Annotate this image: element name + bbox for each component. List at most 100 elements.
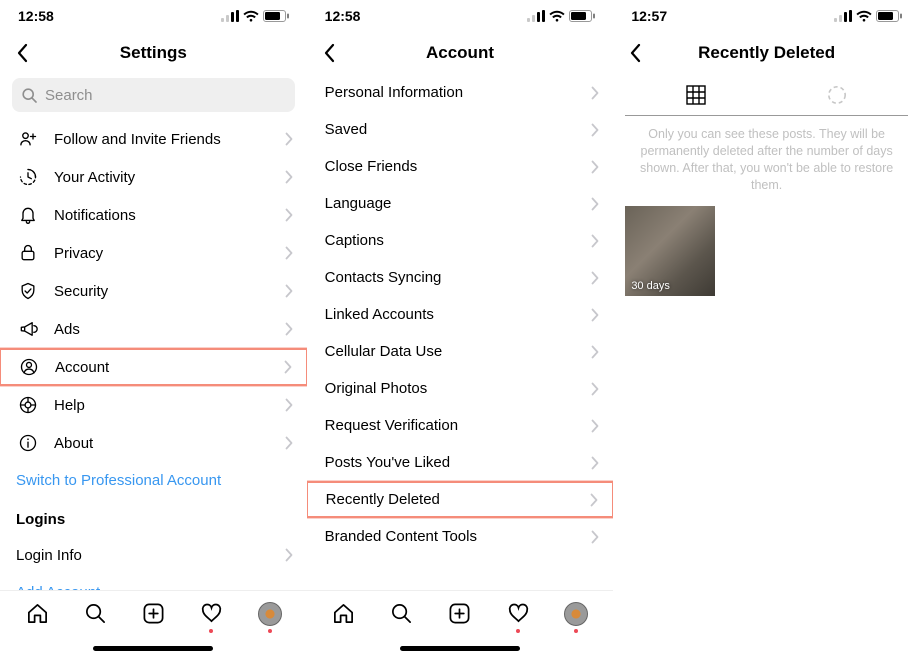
notification-dot <box>574 629 578 633</box>
account-item-language[interactable]: Language <box>307 185 614 222</box>
clock: 12:58 <box>18 8 54 24</box>
settings-item-shield[interactable]: Security <box>0 272 307 310</box>
back-button[interactable] <box>623 41 647 65</box>
nav-bar: Settings <box>0 32 307 74</box>
screen-recently-deleted: 12:57 Recently Deleted Only you can see … <box>613 0 920 660</box>
avatar-icon <box>258 602 282 626</box>
grid-icon <box>686 85 706 105</box>
list-item-label: Notifications <box>54 207 285 224</box>
settings-item-activity[interactable]: Your Activity <box>0 158 307 196</box>
settings-item-bell[interactable]: Notifications <box>0 196 307 234</box>
account-item-cellular-data-use[interactable]: Cellular Data Use <box>307 333 614 370</box>
chevron-right-icon <box>591 456 599 470</box>
account-item-linked-accounts[interactable]: Linked Accounts <box>307 296 614 333</box>
chevron-right-icon <box>591 382 599 396</box>
tab-stories[interactable] <box>767 74 908 115</box>
home-indicator <box>0 636 307 660</box>
chevron-right-icon <box>590 493 598 507</box>
list-item-label: Branded Content Tools <box>325 528 592 545</box>
chevron-right-icon <box>285 170 293 184</box>
list-item-label: Recently Deleted <box>326 491 591 508</box>
activity-icon <box>16 167 40 187</box>
battery-icon <box>263 10 289 22</box>
settings-item-megaphone[interactable]: Ads <box>0 310 307 348</box>
list-item-label: Original Photos <box>325 380 592 397</box>
tab-home[interactable] <box>331 601 357 627</box>
chevron-right-icon <box>591 123 599 137</box>
add-account-link[interactable]: Add Account <box>0 574 307 590</box>
switch-professional-link[interactable]: Switch to Professional Account <box>0 462 307 499</box>
account-item-original-photos[interactable]: Original Photos <box>307 370 614 407</box>
back-button[interactable] <box>317 41 341 65</box>
signal-icon <box>834 10 852 22</box>
settings-item-lock[interactable]: Privacy <box>0 234 307 272</box>
list-item-label: Privacy <box>54 245 285 262</box>
chevron-right-icon <box>285 322 293 336</box>
settings-item-invite[interactable]: Follow and Invite Friends <box>0 120 307 158</box>
clock: 12:58 <box>325 8 361 24</box>
tab-create[interactable] <box>447 601 473 627</box>
list-item-label: Login Info <box>16 547 285 564</box>
account-item-posts-you-ve-liked[interactable]: Posts You've Liked <box>307 444 614 481</box>
tab-search[interactable] <box>82 601 108 627</box>
chevron-right-icon <box>285 398 293 412</box>
tab-grid[interactable] <box>625 74 766 115</box>
chevron-left-icon <box>323 43 335 63</box>
chevron-right-icon <box>591 86 599 100</box>
invite-icon <box>16 129 40 149</box>
tab-search[interactable] <box>389 601 415 627</box>
tab-activity[interactable] <box>505 601 531 627</box>
bottom-nav <box>307 590 614 636</box>
account-item-personal-information[interactable]: Personal Information <box>307 74 614 111</box>
back-button[interactable] <box>10 41 34 65</box>
plus-square-icon <box>142 602 165 625</box>
account-item-request-verification[interactable]: Request Verification <box>307 407 614 444</box>
login-info-item[interactable]: Login Info <box>0 536 307 574</box>
deleted-post-thumbnail[interactable]: 30 days <box>625 206 715 296</box>
account-item-captions[interactable]: Captions <box>307 222 614 259</box>
lock-icon <box>16 243 40 263</box>
chevron-right-icon <box>591 419 599 433</box>
tab-activity[interactable] <box>198 601 224 627</box>
megaphone-icon <box>16 319 40 339</box>
search-placeholder: Search <box>45 87 93 104</box>
chevron-right-icon <box>591 308 599 322</box>
chevron-right-icon <box>284 360 292 374</box>
clock: 12:57 <box>631 8 667 24</box>
tab-profile[interactable] <box>563 601 589 627</box>
logins-header: Logins <box>0 499 307 536</box>
status-icons <box>834 10 902 22</box>
status-bar: 12:58 <box>307 0 614 32</box>
settings-item-account[interactable]: Account <box>0 348 307 386</box>
chevron-left-icon <box>16 43 28 63</box>
account-icon <box>17 357 41 377</box>
settings-item-info[interactable]: About <box>0 424 307 462</box>
search-input[interactable]: Search <box>12 78 295 112</box>
tab-profile[interactable] <box>257 601 283 627</box>
list-item-label: Your Activity <box>54 169 285 186</box>
list-item-label: Cellular Data Use <box>325 343 592 360</box>
list-item-label: Saved <box>325 121 592 138</box>
page-title: Account <box>307 43 614 63</box>
bottom-nav <box>0 590 307 636</box>
list-item-label: Linked Accounts <box>325 306 592 323</box>
account-item-recently-deleted[interactable]: Recently Deleted <box>307 481 614 518</box>
help-icon <box>16 395 40 415</box>
info-icon <box>16 433 40 453</box>
list-item-label: Language <box>325 195 592 212</box>
deleted-days-remaining: 30 days <box>625 276 676 296</box>
chevron-left-icon <box>629 43 641 63</box>
list-item-label: Security <box>54 283 285 300</box>
account-item-branded-content-tools[interactable]: Branded Content Tools <box>307 518 614 555</box>
home-indicator <box>307 636 614 660</box>
settings-item-help[interactable]: Help <box>0 386 307 424</box>
tab-create[interactable] <box>140 601 166 627</box>
account-item-close-friends[interactable]: Close Friends <box>307 148 614 185</box>
nav-bar: Account <box>307 32 614 74</box>
account-item-saved[interactable]: Saved <box>307 111 614 148</box>
chevron-right-icon <box>285 436 293 450</box>
account-item-contacts-syncing[interactable]: Contacts Syncing <box>307 259 614 296</box>
tab-home[interactable] <box>24 601 50 627</box>
shield-icon <box>16 281 40 301</box>
search-icon <box>84 602 107 625</box>
